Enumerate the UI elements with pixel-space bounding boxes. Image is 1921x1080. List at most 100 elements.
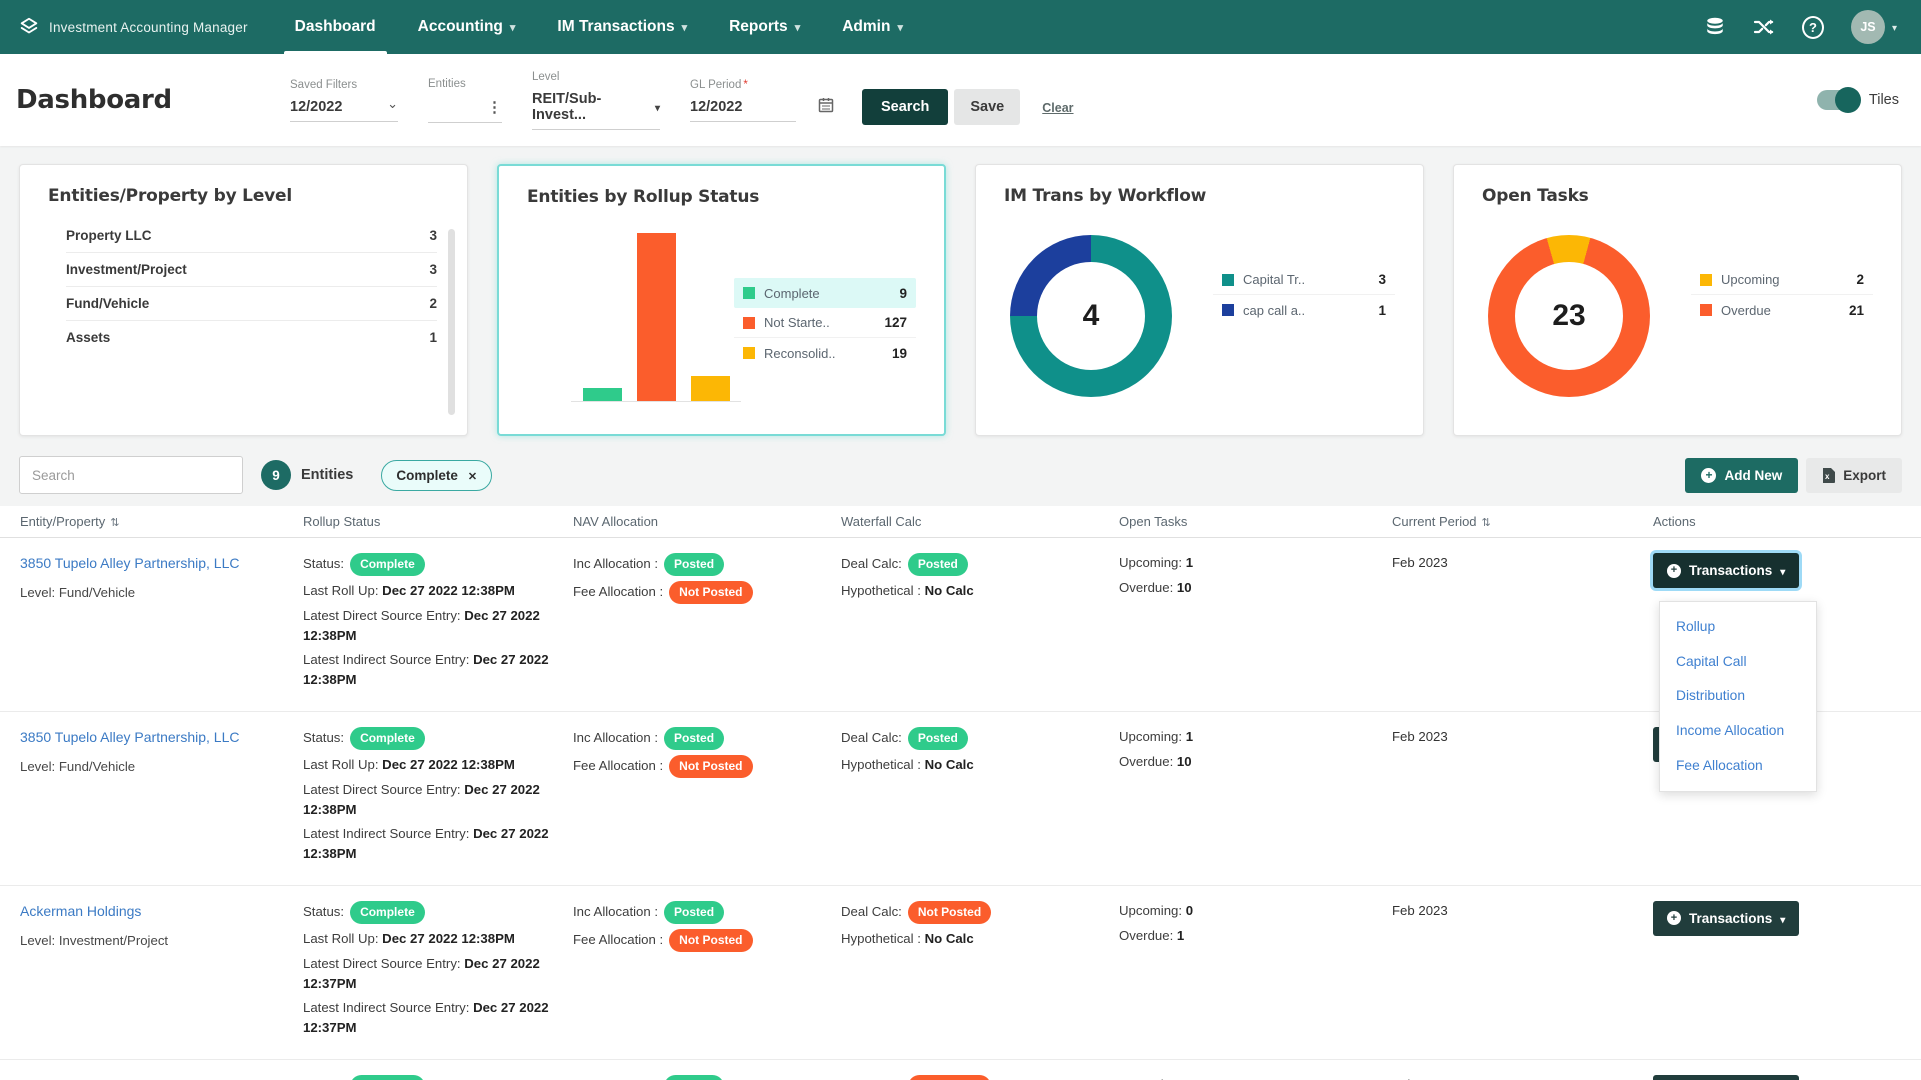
chevron-down-icon <box>1780 911 1785 926</box>
waterfall-calc-cell: Deal Calc:Not Posted Hypothetical : No C… <box>841 901 1119 1043</box>
calendar-icon[interactable] <box>818 97 834 118</box>
entities-field: Entities <box>428 78 502 123</box>
sort-icon[interactable] <box>1482 514 1491 529</box>
legend-item[interactable]: cap call a.. 1 <box>1213 295 1395 325</box>
entity-link[interactable]: Ackerman Holdings <box>20 903 141 919</box>
current-period-cell: Feb 2023 <box>1392 1075 1653 1080</box>
legend-item[interactable]: Reconsolid.. 19 <box>734 338 916 368</box>
entities-input[interactable] <box>428 98 502 123</box>
nav-allocation-cell: Inc Allocation :Posted Fee Allocation :N… <box>573 1075 841 1080</box>
question-mark-icon <box>1802 16 1824 39</box>
bar-complete[interactable] <box>583 388 622 401</box>
search-input[interactable] <box>19 456 243 494</box>
bar-reconsolidated[interactable] <box>691 376 730 401</box>
search-button[interactable]: Search <box>862 89 948 125</box>
nav-allocation-cell: Inc Allocation :Posted Fee Allocation :N… <box>573 901 841 1043</box>
open-tasks-cell: Upcoming: 1 Overdue: 10 <box>1119 727 1392 869</box>
transactions-button[interactable]: Transactions <box>1653 1075 1799 1080</box>
status-badge: Posted <box>664 901 724 924</box>
list-item[interactable]: Property LLC3 <box>66 219 437 253</box>
tile-open-tasks[interactable]: Open Tasks 23 Upcoming 2 Overdue 21 <box>1453 164 1902 436</box>
legend-item[interactable]: Capital Tr.. 3 <box>1213 265 1395 295</box>
open-tasks-cell: Upcoming: 0 Overdue: 1 <box>1119 901 1392 1043</box>
sort-icon[interactable] <box>110 514 119 529</box>
user-menu[interactable]: JS <box>1851 10 1897 44</box>
status-badge: Complete <box>350 1075 425 1080</box>
current-period-cell: Feb 2023 <box>1392 553 1653 695</box>
status-badge: Not Posted <box>669 581 752 604</box>
menu-item-income-allocation[interactable]: Income Allocation <box>1660 714 1816 749</box>
legend-swatch <box>1222 274 1234 286</box>
tile-title: Entities/Property by Level <box>20 165 467 206</box>
svg-text:x: x <box>1825 472 1830 481</box>
tile-im-trans-by-workflow[interactable]: IM Trans by Workflow 4 Capital Tr.. 3 ca… <box>975 164 1424 436</box>
tile-title: IM Trans by Workflow <box>976 165 1423 206</box>
clear-link[interactable]: Clear <box>1042 101 1073 115</box>
chart-legend: Complete 9 Not Starte.. 127 Reconsolid..… <box>734 278 916 368</box>
legend-item[interactable]: Upcoming 2 <box>1691 265 1873 295</box>
entities-count-badge: 9 <box>261 460 291 490</box>
transactions-button[interactable]: Transactions <box>1653 553 1799 588</box>
filter-chip-complete[interactable]: Complete <box>381 460 492 491</box>
col-current-period[interactable]: Current Period <box>1392 514 1653 529</box>
legend-item[interactable]: Not Starte.. 127 <box>734 308 916 338</box>
status-badge: Posted <box>908 553 968 576</box>
col-rollup-status: Rollup Status <box>303 514 573 529</box>
entity-link[interactable]: 3850 Tupelo Alley Partnership, LLC <box>20 729 239 745</box>
level-field: Level REIT/Sub-Invest... <box>532 71 660 130</box>
tile-entities-by-level[interactable]: Entities/Property by Level Property LLC3… <box>19 164 468 436</box>
page-title: Dashboard <box>0 85 290 115</box>
menu-item-capital-call[interactable]: Capital Call <box>1660 645 1816 680</box>
transactions-button[interactable]: Transactions <box>1653 901 1799 936</box>
export-button[interactable]: x Export <box>1806 458 1902 493</box>
nav-accounting[interactable]: Accounting <box>397 0 537 54</box>
add-new-button[interactable]: Add New <box>1685 458 1798 493</box>
gl-period-input[interactable]: 12/2022 <box>690 99 796 122</box>
kebab-menu-icon[interactable] <box>487 98 502 116</box>
excel-file-icon: x <box>1822 468 1835 483</box>
chevron-down-icon <box>682 18 688 36</box>
menu-item-fee-allocation[interactable]: Fee Allocation <box>1660 749 1816 784</box>
shuffle-icon[interactable] <box>1753 16 1775 38</box>
tiles-toggle[interactable] <box>1817 90 1859 110</box>
level-list: Property LLC3 Investment/Project3 Fund/V… <box>20 219 467 354</box>
chevron-down-icon <box>387 99 398 115</box>
current-period-cell: Feb 2023 <box>1392 727 1653 869</box>
menu-item-distribution[interactable]: Distribution <box>1660 679 1816 714</box>
list-item[interactable]: Fund/Vehicle2 <box>66 287 437 321</box>
chevron-down-icon <box>655 99 660 115</box>
menu-item-rollup[interactable]: Rollup <box>1660 610 1816 645</box>
col-entity-property[interactable]: Entity/Property <box>20 514 303 529</box>
legend-item[interactable]: Overdue 21 <box>1691 295 1873 325</box>
list-item[interactable]: Assets1 <box>66 321 437 354</box>
nav-reports[interactable]: Reports <box>708 0 821 54</box>
entity-link[interactable]: 3850 Tupelo Alley Partnership, LLC <box>20 555 239 571</box>
status-badge: Complete <box>350 901 425 924</box>
level-label: Level <box>532 71 660 83</box>
legend-item[interactable]: Complete 9 <box>734 278 916 308</box>
level-select[interactable]: REIT/Sub-Invest... <box>532 91 660 130</box>
status-badge: Not Posted <box>669 755 752 778</box>
help-icon[interactable] <box>1802 16 1824 38</box>
open-tasks-cell: Upcoming: 0 Overdue: 0 <box>1119 1075 1392 1080</box>
chart-legend: Capital Tr.. 3 cap call a.. 1 <box>1213 265 1395 325</box>
status-badge: Complete <box>350 727 425 750</box>
status-badge: Not Posted <box>908 1075 991 1080</box>
nav-admin[interactable]: Admin <box>821 0 924 54</box>
list-item[interactable]: Investment/Project3 <box>66 253 437 287</box>
close-icon[interactable] <box>468 468 477 483</box>
bar-not-started[interactable] <box>637 233 676 401</box>
database-icon[interactable] <box>1704 16 1726 38</box>
scrollbar[interactable] <box>448 229 455 415</box>
status-badge: Not Posted <box>669 929 752 952</box>
transactions-dropdown-menu: Rollup Capital Call Distribution Income … <box>1659 601 1817 792</box>
tile-entities-by-rollup-status[interactable]: Entities by Rollup Status Complete 9 Not… <box>497 164 946 436</box>
tile-title: Entities by Rollup Status <box>499 166 944 207</box>
nav-dashboard[interactable]: Dashboard <box>274 0 397 54</box>
saved-filters-select[interactable]: 12/2022 <box>290 99 398 122</box>
entity-cell: 3850 Tupelo Alley Partnership, LLC Level… <box>20 727 303 869</box>
entities-table: Entity/Property Rollup Status NAV Alloca… <box>0 506 1921 1080</box>
nav-im-transactions[interactable]: IM Transactions <box>536 0 708 54</box>
save-button[interactable]: Save <box>954 89 1020 125</box>
gl-period-label: GL Period* <box>690 79 796 91</box>
